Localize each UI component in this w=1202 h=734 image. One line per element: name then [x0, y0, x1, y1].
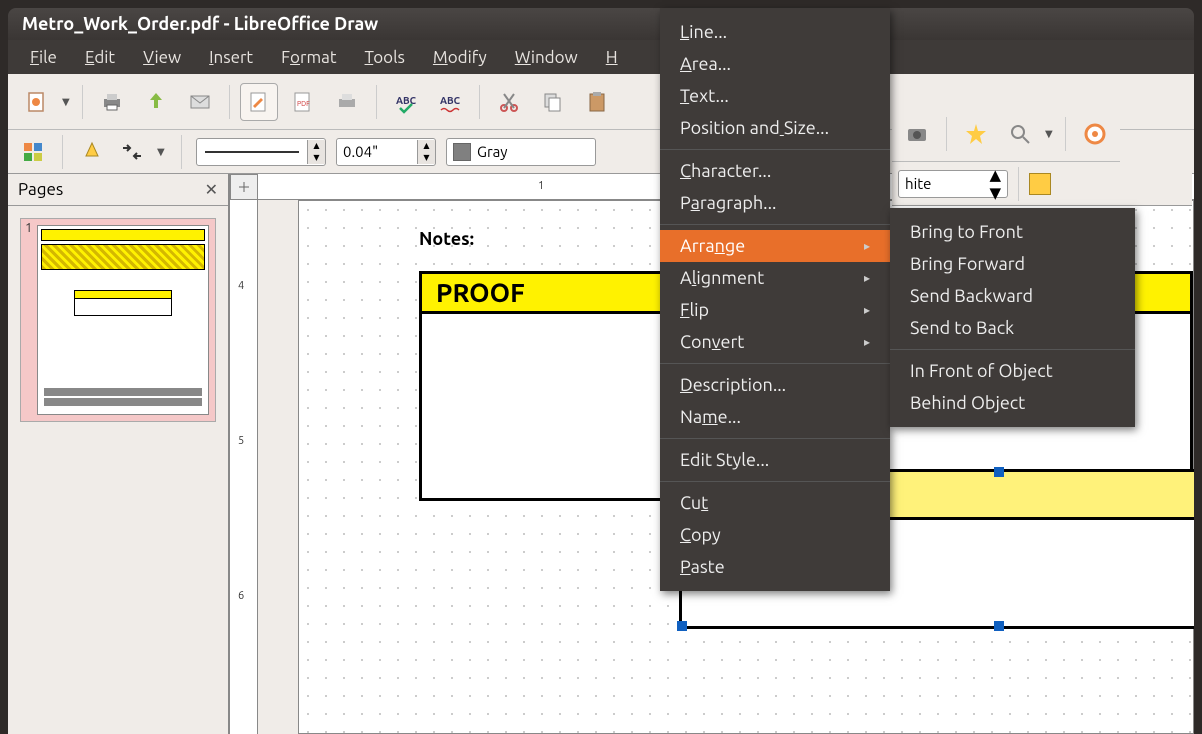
context-menu-item[interactable]: Alignment▸: [660, 262, 890, 294]
context-menu-item[interactable]: Arrange▸: [660, 230, 890, 262]
menu-help[interactable]: H: [592, 44, 632, 71]
context-menu-item[interactable]: Line...: [660, 16, 890, 48]
print-preview-icon[interactable]: [328, 83, 366, 121]
dropdown-arrow-icon[interactable]: ▼: [62, 96, 72, 108]
print-icon[interactable]: [93, 83, 131, 121]
arrow-tool-icon[interactable]: [18, 137, 48, 167]
color-swatch-icon[interactable]: [1029, 173, 1051, 195]
menu-edit[interactable]: Edit: [71, 44, 129, 71]
camera-icon[interactable]: [898, 115, 936, 153]
submenu-item[interactable]: In Front of Object: [890, 355, 1135, 387]
copy-icon[interactable]: [534, 83, 572, 121]
context-menu-item[interactable]: Convert▸: [660, 326, 890, 358]
submenu-item[interactable]: Bring to Front: [890, 216, 1135, 248]
context-menu-item[interactable]: Area...: [660, 48, 890, 80]
context-menu-item[interactable]: Cut: [660, 487, 890, 519]
menubar: File Edit View Insert Format Tools Modif…: [8, 40, 1194, 74]
fill-color-label: hite: [905, 175, 931, 192]
submenu-item[interactable]: Behind Object: [890, 387, 1135, 419]
context-menu-item[interactable]: Flip▸: [660, 294, 890, 326]
toolbar-right-fragment: ▼: [892, 106, 1120, 162]
page-thumbnail[interactable]: 1: [20, 218, 216, 422]
line-style-select[interactable]: ▲▼: [196, 138, 326, 166]
line-width-spinner[interactable]: ▲▼: [336, 138, 436, 166]
star-icon[interactable]: [957, 115, 995, 153]
menu-modify[interactable]: Modify: [419, 44, 501, 71]
submenu-item[interactable]: Send to Back: [890, 312, 1135, 344]
svg-text:ABC: ABC: [440, 95, 461, 106]
notes-label: Notes:: [419, 229, 474, 249]
svg-text:PDF: PDF: [297, 100, 310, 108]
close-icon[interactable]: ✕: [205, 180, 218, 199]
submenu-item[interactable]: Send Backward: [890, 280, 1135, 312]
menu-window[interactable]: Window: [501, 44, 592, 71]
ruler-corner[interactable]: [230, 174, 258, 200]
line-color-label: Gray: [477, 143, 508, 160]
zoom-icon[interactable]: [1001, 115, 1039, 153]
autospell-icon[interactable]: ABC: [431, 83, 469, 121]
export-pdf-icon[interactable]: PDF: [284, 83, 322, 121]
menu-format[interactable]: Format: [267, 44, 350, 71]
window-title: Metro_Work_Order.pdf - LibreOffice Draw: [22, 14, 378, 34]
paste-icon[interactable]: [578, 83, 616, 121]
context-menu-item[interactable]: Text...: [660, 80, 890, 112]
pages-panel-title: Pages: [18, 180, 63, 199]
menu-view[interactable]: View: [129, 44, 195, 71]
mail-icon[interactable]: [181, 83, 219, 121]
context-menu-item[interactable]: Edit Style...: [660, 444, 890, 476]
line-width-input[interactable]: [337, 140, 417, 164]
arrange-submenu: Bring to FrontBring ForwardSend Backward…: [890, 208, 1135, 427]
submenu-item[interactable]: Bring Forward: [890, 248, 1135, 280]
dropdown-arrow-icon[interactable]: ▼: [1045, 128, 1055, 140]
save-icon[interactable]: [137, 83, 175, 121]
new-document-icon[interactable]: [18, 83, 56, 121]
help-icon[interactable]: [1076, 115, 1114, 153]
spellcheck-icon[interactable]: ABC: [387, 83, 425, 121]
window-titlebar: Metro_Work_Order.pdf - LibreOffice Draw: [8, 8, 1194, 40]
context-menu-item[interactable]: Copy: [660, 519, 890, 551]
dropdown-arrow-icon[interactable]: ▼: [157, 146, 167, 158]
context-menu-item[interactable]: Paste: [660, 551, 890, 583]
context-menu-item[interactable]: Description...: [660, 369, 890, 401]
line-end-icon[interactable]: [77, 137, 107, 167]
context-menu-item[interactable]: Paragraph...: [660, 187, 890, 219]
context-menu-item[interactable]: Position and Size...: [660, 112, 890, 144]
menu-file[interactable]: File: [16, 44, 71, 71]
pages-panel: Pages ✕ 1: [8, 174, 230, 734]
format-toolbar-right-fragment: hite ▲▼: [892, 162, 1192, 206]
svg-text:ABC: ABC: [396, 95, 417, 106]
menu-tools[interactable]: Tools: [351, 44, 419, 71]
arrows-icon[interactable]: [117, 137, 147, 167]
page-number: 1: [25, 221, 32, 235]
context-menu-item[interactable]: Name...: [660, 401, 890, 433]
fill-color-select[interactable]: hite ▲▼: [898, 170, 1008, 198]
vertical-ruler[interactable]: 4 5 6: [230, 200, 258, 734]
menu-insert[interactable]: Insert: [195, 44, 267, 71]
context-menu: Line...Area...Text...Position and Size..…: [660, 8, 890, 591]
line-color-select[interactable]: Gray: [446, 138, 596, 166]
context-menu-item[interactable]: Character...: [660, 155, 890, 187]
cut-icon[interactable]: [490, 83, 528, 121]
edit-icon[interactable]: [240, 83, 278, 121]
